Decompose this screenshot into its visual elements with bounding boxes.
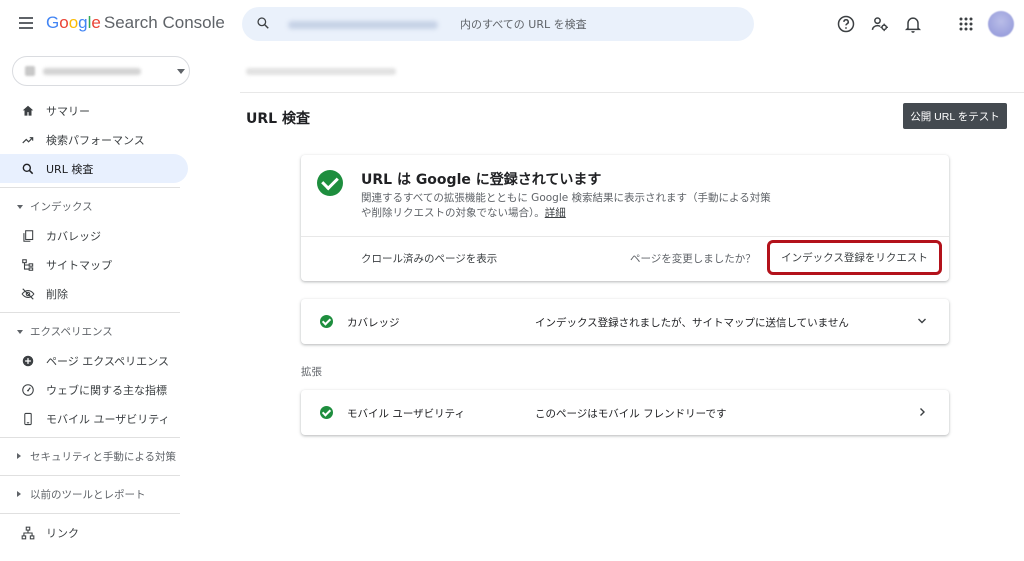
section-label: 以前のツールとレポート [30,489,146,501]
caret-right-icon [17,491,21,497]
property-name-blurred [43,68,141,75]
sidebar-section-experience[interactable]: エクスペリエンス [0,317,190,346]
sidebar-section-legacy[interactable]: 以前のツールとレポート [0,480,190,509]
apps-grid-icon[interactable] [956,14,976,34]
links-network-icon [21,526,35,540]
search-icon [22,163,34,175]
request-indexing-button[interactable]: インデックス登録をリクエスト [767,240,942,275]
caret-down-icon [177,69,185,74]
copy-pages-icon [23,230,34,242]
caret-down-icon [17,330,23,334]
enhancements-label: 拡張 [301,366,322,378]
sidebar-item-removals[interactable]: 削除 [0,279,190,308]
property-url-blurred [288,21,438,29]
sidebar-item-label: モバイル ユーザビリティ [46,412,170,426]
search-placeholder[interactable]: 内のすべての URL を検査 [460,16,587,32]
page-title: URL 検査 [246,111,310,127]
logo-letter: o [59,13,69,32]
logo-letter: G [46,13,60,32]
check-circle-icon [320,315,333,328]
logo-letter: e [91,13,101,32]
sidebar-divider [0,437,180,438]
status-description: 関連するすべての拡張機能とともに Google 検索結果に表示されます（手動によ… [361,191,781,221]
sidebar-item-label: 削除 [46,287,68,301]
account-avatar[interactable] [988,11,1014,37]
notifications-bell-icon[interactable] [903,14,923,34]
logo-letter: o [68,13,79,32]
sidebar-item-performance[interactable]: 検索パフォーマンス [0,125,190,154]
index-status-card: URL は Google に登録されています 関連するすべての拡張機能とともに … [301,155,949,281]
status-title: URL は Google に登録されています [361,172,602,188]
caret-right-icon [17,453,21,459]
sidebar-item-label: ウェブに関する主な指標 [46,383,167,397]
status-description-text: 関連するすべての拡張機能とともに Google 検索結果に表示されます（手動によ… [361,192,771,219]
coverage-row[interactable]: カバレッジ インデックス登録されましたが、サイトマップに送信していません [301,299,949,344]
mobile-usability-value: このページはモバイル フレンドリーです [535,408,727,420]
sidebar-item-summary[interactable]: サマリー [0,96,190,125]
top-bar: Google Search Console 内のすべての URL を検査 [0,0,1024,48]
sidebar-divider [0,187,180,188]
trending-up-icon [22,137,34,144]
sidebar-item-label: ページ エクスペリエンス [46,354,169,368]
search-console-logo[interactable]: Google Search Console [46,13,225,33]
coverage-value: インデックス登録されましたが、サイトマップに送信していません [535,317,849,329]
caret-down-icon [17,205,23,209]
sidebar-item-label: リンク [46,526,79,540]
sidebar-section-index[interactable]: インデックス [0,192,190,221]
sidebar-item-links[interactable]: リンク [0,518,190,547]
page-changed-question: ページを変更しましたか？ [630,253,756,265]
card-divider [301,236,949,237]
view-crawled-page-link[interactable]: クロール済みのページを表示 [361,251,497,266]
chevron-down-icon[interactable] [917,316,927,326]
search-icon [257,17,269,29]
users-settings-icon[interactable] [870,14,890,34]
logo-letter: g [78,13,88,32]
details-link[interactable]: 詳細 [545,207,566,219]
hamburger-menu-icon[interactable] [16,14,36,34]
mobile-usability-label: モバイル ユーザビリティ [347,408,465,420]
check-circle-icon [317,170,343,196]
sidebar-divider [0,312,180,313]
chevron-right-icon[interactable] [917,407,927,417]
check-circle-icon [320,406,333,419]
eye-off-icon [21,288,35,300]
home-icon [22,105,34,116]
sidebar-divider [0,513,180,514]
section-label: エクスペリエンス [30,326,113,338]
section-label: セキュリティと手動による対策 [30,451,177,463]
sidebar-item-label: サマリー [46,104,90,118]
sidebar-divider [0,475,180,476]
sidebar-item-label: サイトマップ [46,258,112,272]
property-favicon-icon [25,66,35,76]
inspected-url-blurred [246,68,396,75]
sidebar-item-page-experience[interactable]: ページ エクスペリエンス [0,346,190,375]
sitemap-icon [22,259,34,271]
sidebar-item-core-web-vitals[interactable]: ウェブに関する主な指標 [0,375,190,404]
header-divider [240,92,1024,93]
sidebar-nav: サマリー 検索パフォーマンス URL 検査 インデックス カバレッジ サイトマッ… [0,96,190,547]
sidebar-item-label: 検索パフォーマンス [46,133,145,147]
smartphone-icon [24,412,32,426]
sidebar-item-url-inspection[interactable]: URL 検査 [0,154,188,183]
sidebar-item-label: カバレッジ [46,229,101,243]
add-circle-icon [22,355,34,367]
sidebar-item-coverage[interactable]: カバレッジ [0,221,190,250]
sidebar-section-security[interactable]: セキュリティと手動による対策 [0,442,190,471]
coverage-label: カバレッジ [347,317,400,329]
sidebar-item-mobile-usability[interactable]: モバイル ユーザビリティ [0,404,190,433]
property-selector[interactable] [12,56,190,86]
help-icon[interactable] [836,14,856,34]
section-label: インデックス [30,201,93,213]
inspect-url-search[interactable]: 内のすべての URL を検査 [242,7,754,41]
logo-suffix: Search Console [103,13,225,32]
mobile-usability-row[interactable]: モバイル ユーザビリティ このページはモバイル フレンドリーです [301,390,949,435]
test-live-url-button[interactable]: 公開 URL をテスト [903,103,1007,129]
speed-gauge-icon [22,384,34,396]
sidebar-item-sitemaps[interactable]: サイトマップ [0,250,190,279]
sidebar-item-label: URL 検査 [46,162,94,176]
